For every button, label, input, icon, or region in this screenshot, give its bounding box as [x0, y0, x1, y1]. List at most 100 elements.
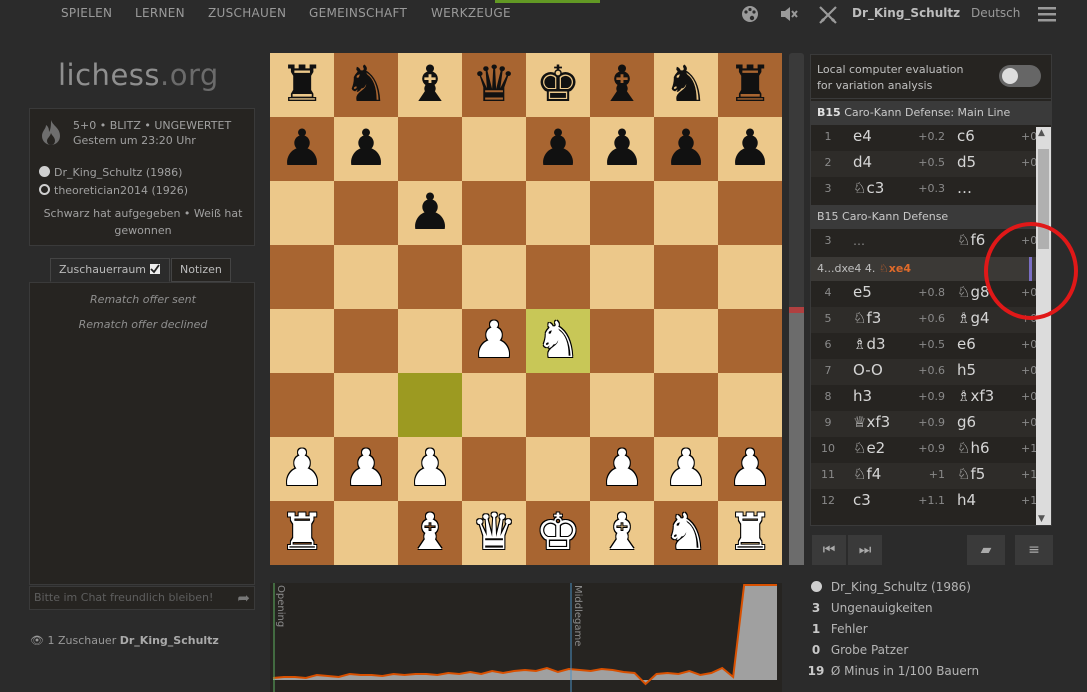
tab-spectator-room[interactable]: Zuschauerraum: [50, 258, 170, 282]
scroll-down-icon[interactable]: ▼: [1038, 514, 1045, 524]
move-row[interactable]: 5 ♘f3 +0.6 ♗g4 +0: [811, 307, 1037, 333]
black-move[interactable]: ♗g4: [957, 309, 990, 327]
ceval-toggle[interactable]: [999, 65, 1041, 87]
square-e3[interactable]: [526, 373, 590, 437]
square-e2[interactable]: [526, 437, 590, 501]
black-move[interactable]: h5: [957, 361, 976, 379]
white-bishop-piece[interactable]: ♝: [590, 501, 654, 565]
move-row[interactable]: 6 ♗d3 +0.5 e6 +0: [811, 333, 1038, 359]
white-move[interactable]: ♘c3: [853, 179, 884, 197]
move-row[interactable]: 10 ♘e2 +0.9 ♘h6 +1: [811, 437, 1037, 463]
crossed-swords-icon[interactable]: [817, 4, 839, 31]
square-b4[interactable]: [334, 309, 398, 373]
move-row[interactable]: 9 ♕xf3 +0.9 g6 +0: [811, 411, 1037, 437]
black-player[interactable]: theoretician2014 (1926): [39, 184, 188, 197]
square-a6[interactable]: [270, 181, 334, 245]
square-c4[interactable]: [398, 309, 462, 373]
send-arrow-icon[interactable]: ➦: [237, 589, 250, 607]
white-pawn-piece[interactable]: ♟: [654, 437, 718, 501]
white-king-piece[interactable]: ♚: [526, 501, 590, 565]
last-move-button[interactable]: ⏭: [848, 535, 882, 565]
black-knight-piece[interactable]: ♞: [334, 53, 398, 117]
square-d6[interactable]: [462, 181, 526, 245]
black-pawn-piece[interactable]: ♟: [590, 117, 654, 181]
white-pawn-piece[interactable]: ♟: [398, 437, 462, 501]
square-h3[interactable]: [718, 373, 782, 437]
white-move[interactable]: ♘f4: [853, 465, 881, 483]
opening-explorer-button[interactable]: ▰: [967, 535, 1005, 565]
move-row[interactable]: 3 ♘c3 +0.3…: [811, 177, 1036, 203]
tab-notes[interactable]: Notizen: [171, 258, 231, 282]
mute-icon[interactable]: [779, 4, 799, 29]
white-move[interactable]: ♘e2: [853, 439, 885, 457]
square-g5[interactable]: [654, 245, 718, 309]
black-move[interactable]: e6: [957, 335, 976, 353]
black-move[interactable]: h4: [957, 491, 976, 509]
summary-row[interactable]: 3 Ungenauigkeiten: [805, 601, 933, 615]
white-pawn-piece[interactable]: ♟: [718, 437, 782, 501]
white-rook-piece[interactable]: ♜: [270, 501, 334, 565]
chat-enabled-checkbox[interactable]: [150, 264, 161, 274]
white-move[interactable]: e5: [853, 283, 872, 301]
white-knight-piece[interactable]: ♞: [654, 501, 718, 565]
advantage-chart[interactable]: Opening Middlegame: [270, 583, 782, 692]
white-move[interactable]: c3: [853, 491, 871, 509]
white-pawn-piece[interactable]: ♟: [462, 309, 526, 373]
white-move[interactable]: ♕xf3: [853, 413, 890, 431]
move-row[interactable]: 2 d4 +0.5 d5 +0: [811, 151, 1037, 177]
black-knight-piece[interactable]: ♞: [654, 53, 718, 117]
site-logo[interactable]: lichess.org: [58, 58, 219, 92]
move-row[interactable]: 12 c3 +1.1 h4 +1: [811, 489, 1037, 515]
square-c5[interactable]: [398, 245, 462, 309]
black-move[interactable]: g6: [957, 413, 976, 431]
move-row[interactable]: 7 O-O +0.6 h5 +0: [811, 359, 1037, 385]
nav-spielen[interactable]: SPIELEN: [61, 6, 112, 20]
hamburger-menu-icon[interactable]: [1037, 5, 1057, 28]
analysis-menu-button[interactable]: ≡: [1015, 535, 1053, 565]
white-player[interactable]: Dr_King_Schultz (1986): [39, 166, 182, 179]
black-rook-piece[interactable]: ♜: [270, 53, 334, 117]
summary-row[interactable]: 19 Ø Minus in 1/100 Bauern: [805, 664, 979, 678]
black-move[interactable]: ♘f5: [957, 465, 985, 483]
user-menu[interactable]: Dr_King_Schultz: [852, 6, 960, 20]
square-b5[interactable]: [334, 245, 398, 309]
black-pawn-piece[interactable]: ♟: [270, 117, 334, 181]
palette-icon[interactable]: [740, 4, 760, 29]
white-pawn-piece[interactable]: ♟: [590, 437, 654, 501]
square-g6[interactable]: [654, 181, 718, 245]
spectator-name[interactable]: Dr_King_Schultz: [120, 634, 219, 647]
black-move[interactable]: d5: [957, 153, 976, 171]
nav-lernen[interactable]: LERNEN: [135, 6, 185, 20]
square-b1[interactable]: [334, 501, 398, 565]
square-h5[interactable]: [718, 245, 782, 309]
black-king-piece[interactable]: ♚: [526, 53, 590, 117]
summary-row[interactable]: 0 Grobe Patzer: [805, 643, 909, 657]
white-rook-piece[interactable]: ♜: [718, 501, 782, 565]
white-pawn-piece[interactable]: ♟: [334, 437, 398, 501]
chess-board[interactable]: ♜ ♞ ♝ ♛ ♚ ♝ ♞ ♜ ♟ ♟ ♟ ♟ ♟ ♟ ♟ ♟ ♞ ♟ ♟ ♟ ♟ ♟ ♟ ♜ ♝ ♛ ♚ ♝ ♞ ♜: [270, 53, 782, 565]
square-e5[interactable]: [526, 245, 590, 309]
white-move[interactable]: h3: [853, 387, 872, 405]
black-pawn-piece[interactable]: ♟: [526, 117, 590, 181]
square-g4[interactable]: [654, 309, 718, 373]
square-a3[interactable]: [270, 373, 334, 437]
move-row[interactable]: 1 e4 +0.2 c6 +0: [811, 125, 1038, 151]
white-queen-piece[interactable]: ♛: [462, 501, 526, 565]
black-pawn-piece[interactable]: ♟: [398, 181, 462, 245]
square-c3[interactable]: [398, 373, 462, 437]
square-d2[interactable]: [462, 437, 526, 501]
scroll-up-icon[interactable]: ▲: [1038, 128, 1045, 138]
square-h6[interactable]: [718, 181, 782, 245]
black-bishop-piece[interactable]: ♝: [590, 53, 654, 117]
white-move[interactable]: ♗d3: [853, 335, 886, 353]
black-pawn-piece[interactable]: ♟: [718, 117, 782, 181]
nav-gemeinschaft[interactable]: GEMEINSCHAFT: [309, 6, 407, 20]
white-pawn-piece[interactable]: ♟: [270, 437, 334, 501]
square-b6[interactable]: [334, 181, 398, 245]
square-c7[interactable]: [398, 117, 462, 181]
square-d5[interactable]: [462, 245, 526, 309]
square-f4[interactable]: [590, 309, 654, 373]
square-a5[interactable]: [270, 245, 334, 309]
black-pawn-piece[interactable]: ♟: [334, 117, 398, 181]
black-move[interactable]: ♗xf3: [957, 387, 994, 405]
